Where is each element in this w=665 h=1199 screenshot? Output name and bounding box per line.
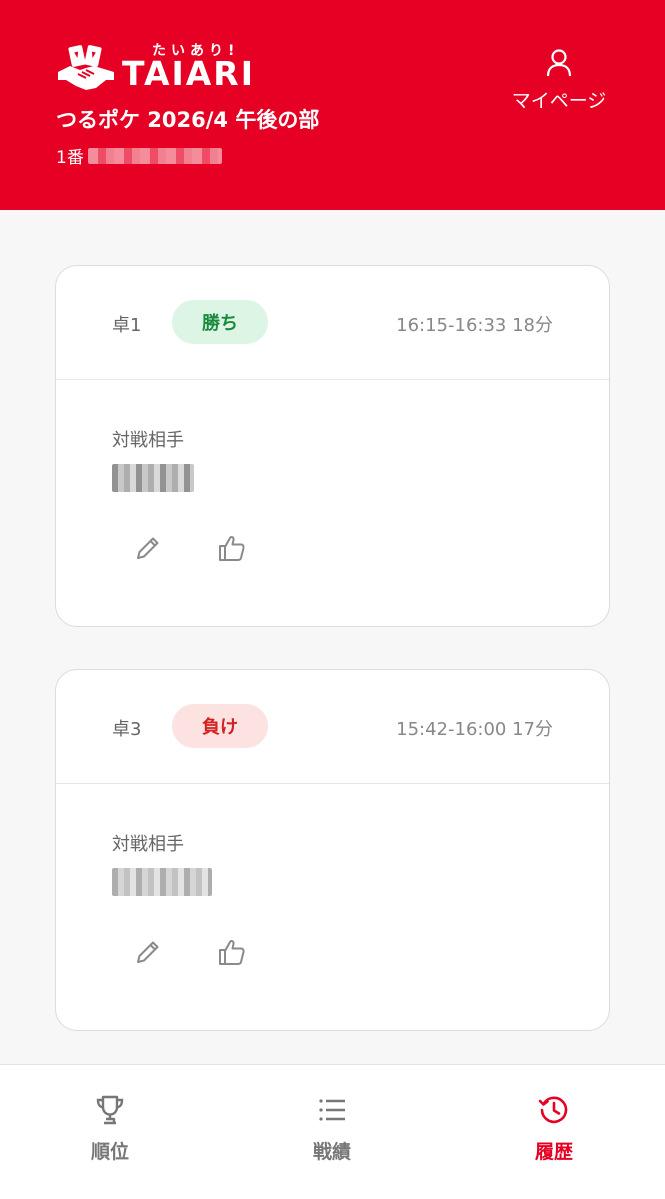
match-card-body: 対戦相手 <box>56 380 609 626</box>
logo-text: TAIARI <box>122 54 255 93</box>
opponent-label: 対戦相手 <box>112 834 184 855</box>
match-card: 卓3 負け 15:42-16:00 17分 対戦相手 <box>55 669 610 1031</box>
match-time: 15:42-16:00 17分 <box>396 719 553 740</box>
match-card-body: 対戦相手 <box>56 784 609 1030</box>
thumbs-up-icon <box>216 936 248 972</box>
app-header: たいあり! TAIARI マイページ つるポケ 2026/4 午後の部 1番 <box>0 0 665 210</box>
pencil-icon <box>133 937 163 971</box>
taiari-logo[interactable]: たいあり! TAIARI <box>56 40 306 93</box>
opponent-name-redacted <box>112 464 194 494</box>
like-button[interactable] <box>214 936 250 972</box>
mypage-label: マイページ <box>511 90 607 112</box>
nav-label: 順位 <box>90 1141 129 1163</box>
player-number: 1番 <box>56 148 84 168</box>
match-time: 16:15-16:33 18分 <box>396 315 553 336</box>
player-name-redacted <box>87 147 222 164</box>
pencil-icon <box>133 533 163 567</box>
nav-item-record[interactable]: 戦績 <box>272 1093 392 1164</box>
history-icon <box>537 1096 571 1131</box>
opponent-name-redacted <box>112 868 212 898</box>
result-badge-win: 勝ち <box>172 300 268 344</box>
player-info: 1番 <box>56 143 222 168</box>
nav-item-ranking[interactable]: 順位 <box>50 1093 170 1164</box>
like-button[interactable] <box>214 532 250 568</box>
edit-button[interactable] <box>130 532 166 568</box>
match-card-header: 卓1 勝ち 16:15-16:33 18分 <box>56 266 609 380</box>
table-number: 卓3 <box>112 719 142 740</box>
match-card-header: 卓3 負け 15:42-16:00 17分 <box>56 670 609 784</box>
bottom-nav: 順位 戦績 履歴 <box>0 1064 665 1199</box>
nav-item-history[interactable]: 履歴 <box>494 1093 614 1164</box>
nav-label: 履歴 <box>534 1141 573 1163</box>
nav-label: 戦績 <box>312 1141 351 1163</box>
user-icon <box>546 49 572 82</box>
handshake-cards-icon <box>56 44 116 92</box>
opponent-label: 対戦相手 <box>112 430 184 451</box>
thumbs-up-icon <box>216 532 248 568</box>
trophy-icon <box>93 1095 127 1131</box>
table-number: 卓1 <box>112 315 142 336</box>
result-badge-lose: 負け <box>172 704 268 748</box>
match-card: 卓1 勝ち 16:15-16:33 18分 対戦相手 <box>55 265 610 627</box>
edit-button[interactable] <box>130 936 166 972</box>
mypage-button[interactable]: マイページ <box>507 48 611 113</box>
event-title: つるポケ 2026/4 午後の部 <box>56 108 320 132</box>
list-icon <box>315 1099 349 1131</box>
